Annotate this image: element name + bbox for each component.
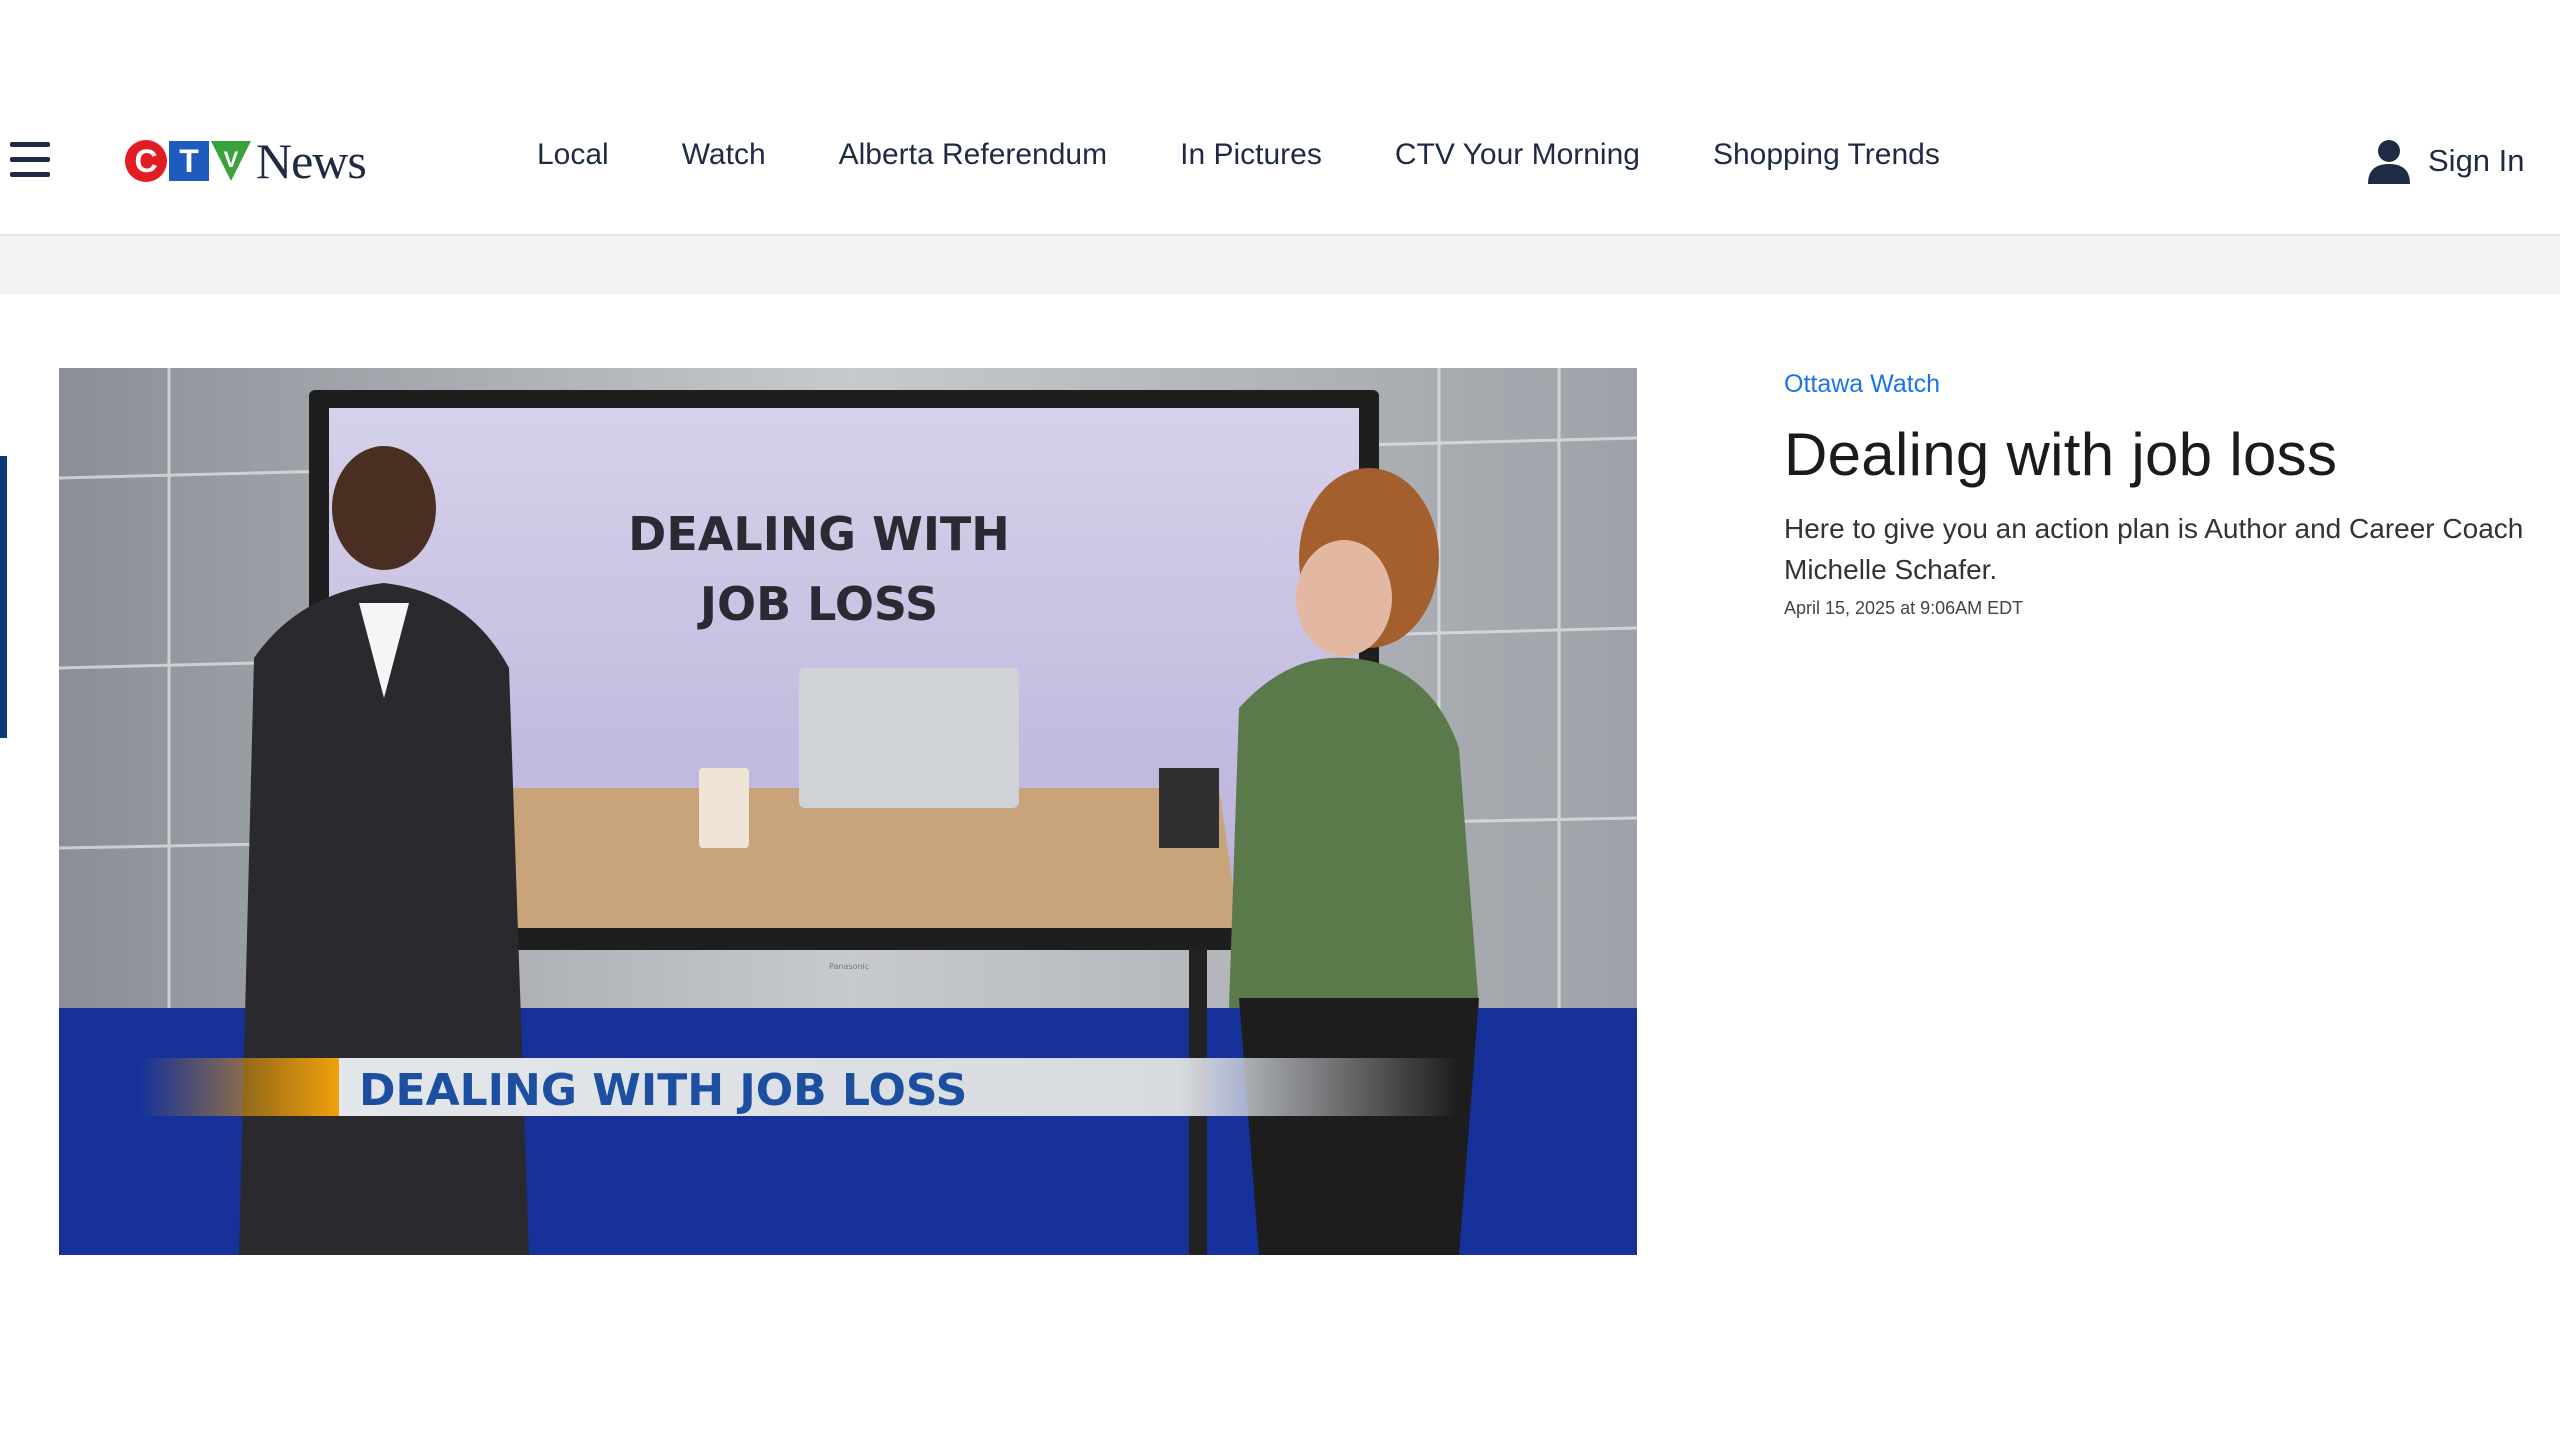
article-title: Dealing with job loss xyxy=(1784,421,2338,488)
nav-in-pictures[interactable]: In Pictures xyxy=(1180,138,1322,172)
sign-in-label: Sign In xyxy=(2428,143,2525,178)
section-link[interactable]: Ottawa Watch xyxy=(1784,370,1940,399)
screen-text-line1: DEALING WITH xyxy=(628,507,1010,561)
video-player[interactable]: DEALING WITH JOB LOSS Panasonic DEALING … xyxy=(59,368,1637,1255)
video-frame: DEALING WITH JOB LOSS Panasonic DEALING … xyxy=(59,368,1637,1255)
tv-brand: Panasonic xyxy=(829,962,869,971)
logo-news-word: News xyxy=(256,133,367,189)
publish-date: April 15, 2025 at 9:06AM EDT xyxy=(1784,598,2024,618)
ad-banner-strip xyxy=(0,236,2560,294)
ctv-news-logo[interactable]: C T V News xyxy=(124,133,367,189)
main-nav: Local Watch Alberta Referendum In Pictur… xyxy=(537,138,2013,172)
sign-in-button[interactable]: Sign In xyxy=(2366,138,2525,184)
logo-letter-t: T xyxy=(179,143,199,179)
nav-ctv-your-morning[interactable]: CTV Your Morning xyxy=(1395,138,1640,172)
hamburger-menu-icon[interactable] xyxy=(10,142,50,178)
site-header: C T V News Local Watch Alberta Referendu… xyxy=(0,0,2560,236)
nav-alberta-referendum[interactable]: Alberta Referendum xyxy=(839,138,1107,172)
nav-shopping-trends[interactable]: Shopping Trends xyxy=(1713,138,1940,172)
user-icon xyxy=(2368,140,2410,184)
nav-local[interactable]: Local xyxy=(537,138,609,172)
side-tab[interactable] xyxy=(0,456,7,738)
article-description: Here to give you an action plan is Autho… xyxy=(1784,513,2524,585)
nav-watch[interactable]: Watch xyxy=(682,138,766,172)
lower-third-text: DEALING WITH JOB LOSS xyxy=(359,1065,967,1116)
screen-text-line2: JOB LOSS xyxy=(697,577,938,631)
logo-letter-c: C xyxy=(134,143,157,179)
ctv-logo-mark: C T V xyxy=(125,140,251,182)
logo-letter-v: V xyxy=(224,147,239,172)
